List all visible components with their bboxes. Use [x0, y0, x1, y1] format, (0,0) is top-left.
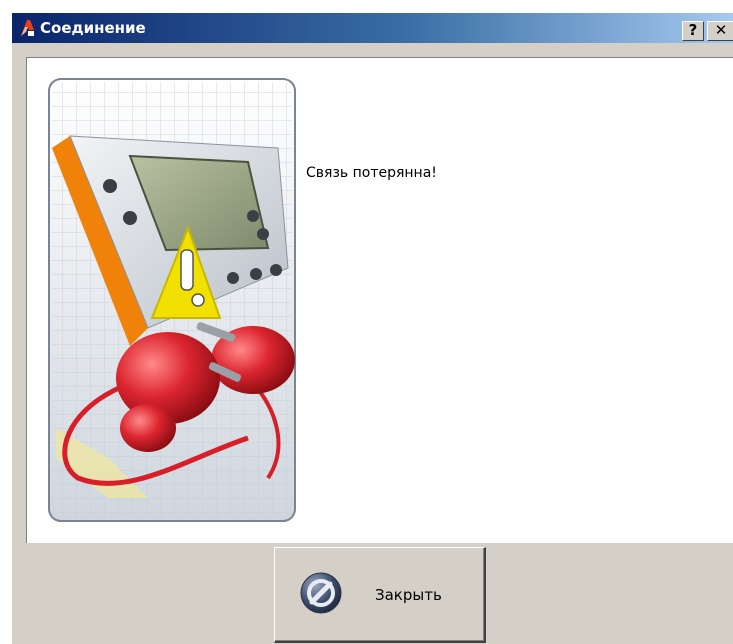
close-button-label: Закрыть	[375, 586, 442, 604]
close-window-button[interactable]: ✕	[707, 21, 733, 41]
status-message: Связь потерянна!	[306, 165, 437, 181]
no-entry-icon	[300, 572, 342, 614]
window-title: Соединение	[40, 19, 146, 37]
disconnected-cable-icon	[48, 78, 296, 522]
dialog-window: Соединение ? ✕ Связь потерянна! Закрыть	[11, 12, 733, 644]
app-logo-icon	[21, 20, 34, 36]
close-dialog-button[interactable]: Закрыть	[274, 547, 486, 643]
content-panel: Связь потерянна!	[26, 57, 733, 543]
help-button[interactable]: ?	[682, 21, 704, 41]
title-bar[interactable]: Соединение ? ✕	[12, 13, 733, 43]
